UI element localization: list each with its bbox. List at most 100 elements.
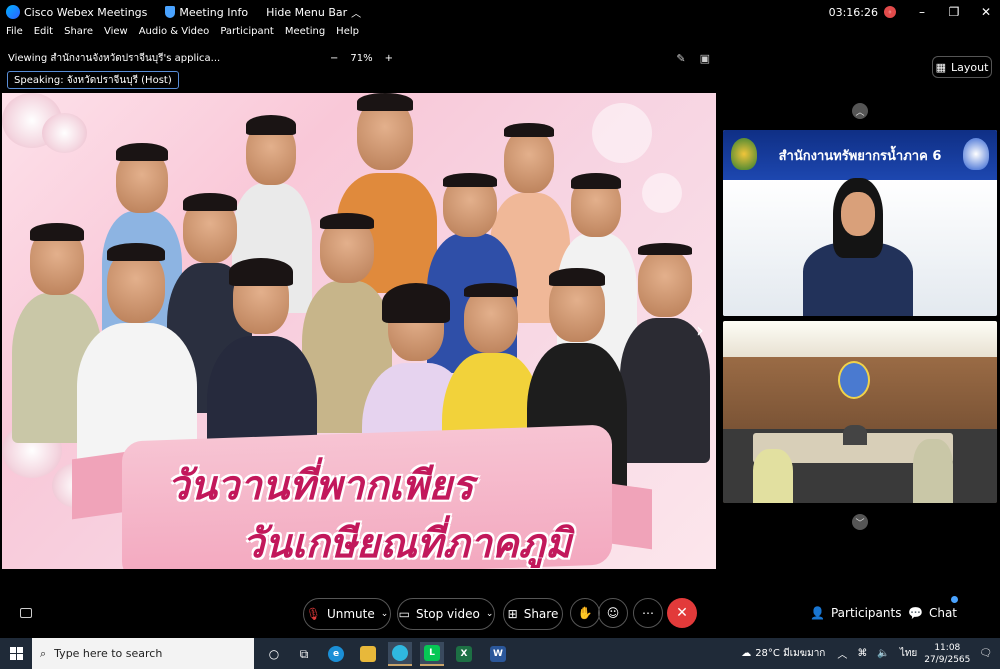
share-label: Share [523, 607, 559, 621]
menu-participant[interactable]: Participant [220, 26, 274, 44]
participants-button[interactable]: 👤 Participants [810, 606, 901, 620]
stop-video-label: Stop video [415, 607, 480, 621]
viewing-bar: Viewing สำนักงานจังหวัดปราจีนบุรี's appl… [0, 48, 716, 68]
reactions-button[interactable]: ☺ [598, 598, 628, 628]
search-icon: ⌕ [40, 646, 47, 660]
more-options-button[interactable]: ⋯ [633, 598, 663, 628]
captions-icon[interactable] [20, 608, 32, 618]
person-icon: 👤 [810, 606, 825, 620]
emblem-icon [838, 361, 870, 399]
viewing-label: Viewing สำนักงานจังหวัดปราจีนบุรี's appl… [8, 52, 221, 64]
windows-start-icon[interactable] [10, 647, 23, 660]
decoration [642, 173, 682, 213]
chat-label: Chat [928, 606, 957, 620]
weather-icon: ☁ [741, 648, 752, 659]
zoom-out-icon[interactable]: − [330, 53, 338, 64]
app-title: Cisco Webex Meetings [0, 5, 147, 19]
recording-icon: ◦ [884, 6, 896, 18]
line-app-icon[interactable]: L [420, 642, 444, 666]
task-view-icon[interactable]: ⧉ [292, 642, 316, 666]
chevron-up-icon: ︿ [351, 8, 362, 20]
chevron-down-icon: ⌄ [380, 609, 389, 619]
layout-label: Layout [951, 60, 989, 74]
share-icon: ⊞ [507, 607, 518, 621]
unmute-label: Unmute [326, 607, 375, 621]
webex-logo-icon [6, 5, 20, 19]
webex-taskbar-icon[interactable] [388, 642, 412, 666]
meeting-timer: 03:16:26 ◦ [829, 6, 896, 19]
scroll-up-button[interactable]: ︿ [852, 103, 868, 119]
participant-video-1[interactable]: สำนักงานทรัพยากรน้ำภาค 6 [723, 130, 997, 316]
flower-decoration [42, 113, 87, 153]
leave-meeting-button[interactable]: ✕ [667, 598, 697, 628]
layout-button[interactable]: ▦ Layout [932, 56, 992, 78]
menu-bar: File Edit Share View Audio & Video Parti… [0, 26, 359, 44]
chat-icon: 💬 [908, 606, 923, 620]
banner-title-line1: วันวานที่พากเพียร [167, 463, 474, 509]
hide-menu-bar-button[interactable]: Hide Menu Bar ︿ [266, 5, 361, 20]
menu-file[interactable]: File [6, 26, 23, 44]
camera-icon: ▭ [398, 607, 410, 621]
excel-icon[interactable]: X [452, 642, 476, 666]
video-banner-title: สำนักงานทรัพยากรน้ำภาค 6 [778, 148, 942, 164]
participants-label: Participants [830, 606, 902, 620]
chevron-right-icon[interactable]: › [696, 318, 704, 342]
mic-muted-icon: 🎙 [305, 607, 321, 621]
zoom-in-icon[interactable]: + [385, 53, 393, 64]
annotate-icon[interactable]: ✎ [676, 52, 685, 65]
clock-time: 11:08 [934, 642, 961, 653]
clock-date: 27/9/2565 [924, 654, 971, 665]
edge-icon[interactable]: e [324, 642, 348, 666]
clock[interactable]: 11:08 27/9/2565 [923, 642, 971, 666]
menu-audio-video[interactable]: Audio & Video [139, 26, 210, 44]
app-name: Cisco Webex Meetings [24, 5, 148, 19]
window-title-bar: Cisco Webex Meetings Meeting Info Hide M… [0, 0, 1000, 24]
speaking-indicator: Speaking: จังหวัดปราจีนบุรี (Host) [7, 71, 179, 89]
close-button[interactable]: ✕ [980, 5, 992, 19]
chevron-up-icon[interactable]: ︿ [837, 646, 847, 661]
emblem-icon [963, 138, 989, 170]
participant-figure [803, 172, 913, 316]
restore-button[interactable]: ❐ [948, 5, 960, 19]
minimize-button[interactable]: – [916, 5, 928, 19]
menu-meeting[interactable]: Meeting [285, 26, 325, 44]
timer-text: 03:16:26 [828, 5, 878, 19]
layout-grid-icon: ▦ [935, 60, 946, 74]
participant-figure [913, 439, 953, 503]
shield-icon [165, 6, 176, 18]
hide-menu-label: Hide Menu Bar [266, 5, 348, 19]
weather-text[interactable]: 28°C มีเมฆมาก [755, 646, 825, 661]
raise-hand-button[interactable]: ✋ [570, 598, 600, 628]
chevron-down-icon: ⌄ [485, 609, 494, 619]
participant-figure [753, 449, 793, 503]
menu-view[interactable]: View [104, 26, 128, 44]
menu-help[interactable]: Help [336, 26, 359, 44]
view-options-icon[interactable]: ▣ [700, 52, 710, 65]
cortana-icon[interactable]: ○ [262, 642, 286, 666]
notification-icon[interactable]: 🗨 [979, 648, 992, 659]
meeting-info-button[interactable]: Meeting Info [165, 6, 248, 19]
scroll-down-button[interactable]: ﹀ [852, 514, 868, 530]
file-explorer-icon[interactable] [356, 642, 380, 666]
menu-share[interactable]: Share [64, 26, 93, 44]
language-indicator[interactable]: ไทย [900, 646, 917, 661]
chat-button[interactable]: 💬 Chat [908, 606, 957, 620]
menu-edit[interactable]: Edit [34, 26, 53, 44]
share-button[interactable]: ⊞ Share [503, 598, 563, 630]
volume-icon[interactable]: 🔈 [877, 648, 889, 659]
meeting-info-label: Meeting Info [179, 5, 249, 19]
taskbar-search-box[interactable]: ⌕ Type here to search [32, 638, 254, 669]
video-background [723, 321, 997, 357]
system-tray: ☁ 28°C มีเมฆมาก ︿ ⌘ 🔈 ไทย 11:08 27/9/256… [741, 638, 1000, 669]
meeting-controls: 🎙 Unmute ⌄ ▭ Stop video ⌄ ⊞ Share ✋ ☺ ⋯ … [0, 596, 1000, 634]
unmute-button[interactable]: 🎙 Unmute ⌄ [303, 598, 391, 630]
zoom-level: 71% [350, 52, 373, 64]
network-icon[interactable]: ⌘ [857, 648, 867, 659]
word-icon[interactable]: W [486, 642, 510, 666]
participant-video-2[interactable] [723, 321, 997, 503]
windows-taskbar: ⌕ Type here to search ○ ⧉ e L X W ☁ 28°C… [0, 638, 1000, 669]
banner-title-line2: วันเกษียณที่ภาคภูมิ [242, 521, 572, 567]
stop-video-button[interactable]: ▭ Stop video ⌄ [397, 598, 495, 630]
decoration [592, 103, 652, 163]
person-photo [620, 243, 710, 463]
